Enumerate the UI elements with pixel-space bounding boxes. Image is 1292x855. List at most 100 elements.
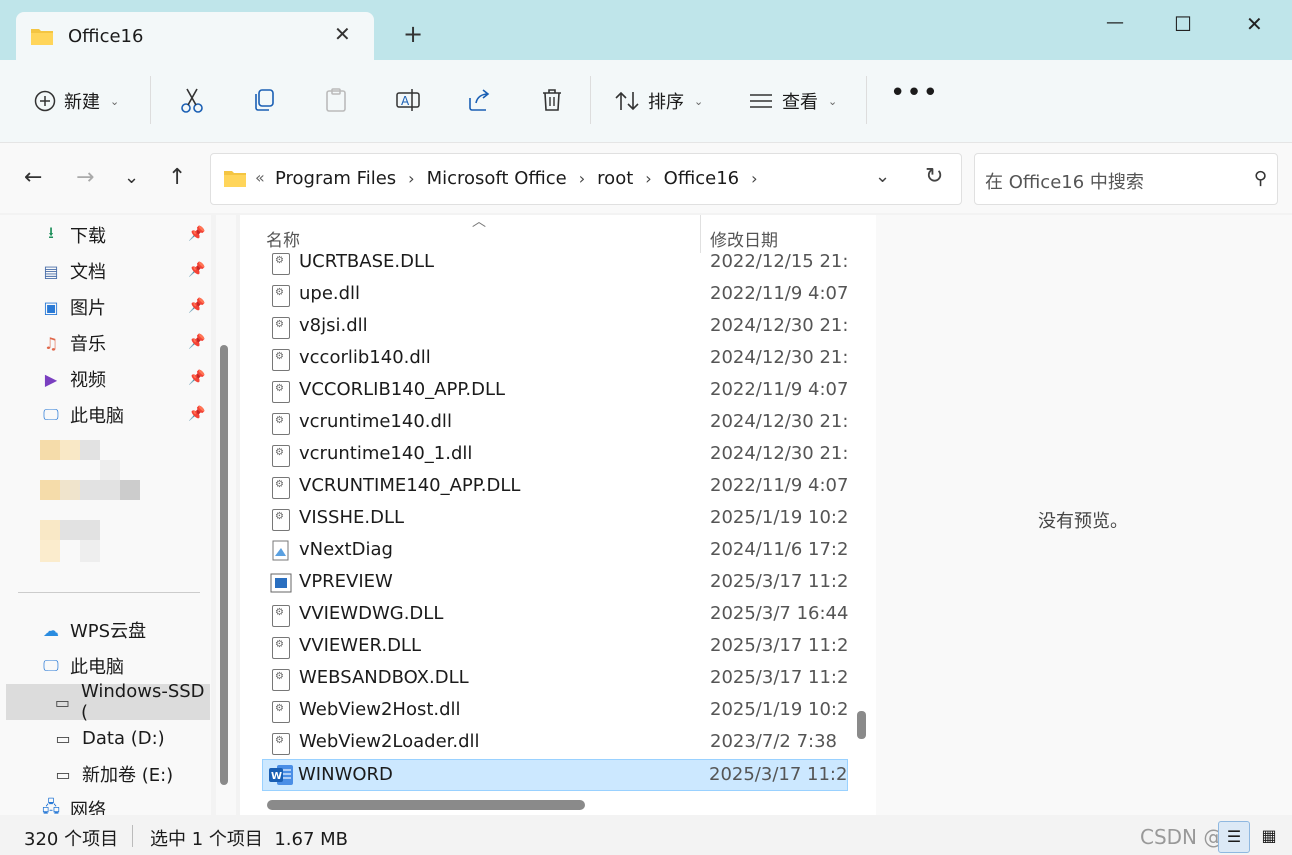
address-bar[interactable]: « Program Files › Microsoft Office › root ›… — [210, 153, 962, 205]
breadcrumb-item[interactable]: Microsoft Office — [427, 168, 567, 189]
pin-icon[interactable]: 📌 — [188, 262, 205, 278]
file-name: VVIEWER.DLL — [299, 635, 421, 656]
no-preview-message: 没有预览。 — [1038, 511, 1128, 532]
pin-icon[interactable]: 📌 — [188, 334, 205, 350]
dll-file-icon — [272, 477, 290, 499]
horizontal-scrollbar[interactable] — [262, 795, 846, 813]
sidebar-item-label: Windows-SSD ( — [80, 681, 205, 723]
sidebar-item-label: 新加卷 (E:) — [82, 765, 174, 786]
file-row[interactable]: VPREVIEW 2025/3/17 11:21 — [264, 567, 848, 599]
share-icon[interactable] — [466, 86, 494, 114]
pin-icon[interactable]: 📌 — [188, 226, 205, 242]
maximize-button[interactable]: ☐ — [1174, 12, 1192, 36]
sidebar-item-wps-cloud[interactable]: ☁ WPS云盘 — [40, 615, 146, 645]
sidebar-item-label: 文档 — [70, 262, 106, 283]
sidebar-scrollbar[interactable] — [216, 215, 236, 815]
sidebar-item-music[interactable]: ♫ 音乐 — [40, 328, 106, 358]
file-row-selected[interactable]: W WINWORD 2025/3/17 11:21 — [262, 759, 848, 791]
file-row[interactable]: vccorlib140.dll 2024/12/30 21:1 — [264, 343, 848, 375]
sidebar-item-documents[interactable]: ▤ 文档 — [40, 256, 106, 286]
sidebar-item-data-d[interactable]: ▭ Data (D:) — [52, 723, 164, 753]
sidebar-item-downloads[interactable]: ⭳ 下载 — [40, 220, 106, 250]
tiles-view-icon[interactable]: ▦ — [1254, 821, 1284, 851]
cut-icon[interactable] — [178, 86, 206, 114]
file-row[interactable]: VCCORLIB140_APP.DLL 2022/11/9 4:07 — [264, 375, 848, 407]
selection-info: 选中 1 个项目 1.67 MB — [150, 829, 349, 850]
copy-icon[interactable] — [250, 86, 278, 114]
breadcrumb-chevron-icon[interactable]: › — [645, 169, 651, 188]
file-row[interactable]: vNextDiag 2024/11/6 17:24 — [264, 535, 848, 567]
file-name: WINWORD — [298, 764, 393, 785]
new-button[interactable]: 新建 ⌄ — [34, 88, 119, 114]
details-view-icon[interactable]: ☰ — [1218, 821, 1250, 853]
file-row[interactable]: VISSHE.DLL 2025/1/19 10:25 — [264, 503, 848, 535]
file-row[interactable]: WEBSANDBOX.DLL 2025/3/17 11:21 — [264, 663, 848, 695]
file-row[interactable]: upe.dll 2022/11/9 4:07 — [264, 279, 848, 311]
delete-icon[interactable] — [538, 86, 566, 114]
breadcrumb-chevron-icon[interactable]: › — [751, 169, 757, 188]
file-row[interactable]: UCRTBASE.DLL 2022/12/15 21:5 — [264, 247, 848, 279]
pin-icon[interactable]: 📌 — [188, 406, 205, 422]
recent-locations-chevron-icon[interactable]: ⌄ — [124, 167, 139, 188]
sidebar-item-windows-ssd[interactable]: ▭ Windows-SSD ( — [52, 681, 211, 723]
back-arrow-icon[interactable]: ← — [24, 165, 42, 190]
forward-arrow-icon[interactable]: → — [76, 165, 94, 190]
breadcrumb-overflow-icon[interactable]: « — [255, 168, 265, 187]
view-button[interactable]: 查看 ⌄ — [748, 88, 837, 114]
cloud-icon: ☁ — [43, 620, 59, 640]
search-icon[interactable]: ⚲ — [1254, 168, 1267, 189]
breadcrumb-chevron-icon[interactable]: › — [408, 169, 414, 188]
breadcrumb-item[interactable]: root — [597, 168, 633, 189]
sort-button[interactable]: 排序 ⌄ — [614, 88, 703, 114]
pin-icon[interactable]: 📌 — [188, 298, 205, 314]
dll-file-icon — [272, 701, 290, 723]
sidebar-item-pictures[interactable]: ▣ 图片 — [40, 292, 106, 322]
divider — [132, 825, 133, 847]
file-row[interactable]: VVIEWDWG.DLL 2025/3/7 16:44 — [264, 599, 848, 631]
file-date: 2025/1/19 10:25 — [710, 699, 848, 720]
up-arrow-icon[interactable]: ↑ — [168, 165, 186, 190]
file-name: v8jsi.dll — [299, 315, 368, 336]
sidebar-item-videos[interactable]: ▶ 视频 — [40, 364, 106, 394]
breadcrumb-item[interactable]: Program Files — [275, 168, 396, 189]
paste-icon[interactable] — [322, 86, 350, 114]
title-bar: Office16 ✕ + — ☐ ✕ — [0, 0, 1292, 60]
file-row[interactable]: WebView2Host.dll 2025/1/19 10:25 — [264, 695, 848, 727]
address-dropdown-icon[interactable]: ⌄ — [875, 166, 890, 187]
folder-icon — [31, 29, 53, 45]
new-tab-button[interactable]: + — [403, 22, 423, 46]
search-box[interactable]: 在 Office16 中搜索 ⚲ — [974, 153, 1278, 205]
file-row[interactable]: vcruntime140.dll 2024/12/30 21:1 — [264, 407, 848, 439]
file-row[interactable]: VVIEWER.DLL 2025/3/17 11:21 — [264, 631, 848, 663]
file-row[interactable]: VCRUNTIME140_APP.DLL 2022/11/9 4:07 — [264, 471, 848, 503]
sidebar-item-this-pc[interactable]: 🖵 此电脑 — [40, 651, 124, 681]
scrollbar-thumb[interactable] — [267, 800, 585, 810]
divider — [590, 76, 591, 124]
file-list-scrollbar[interactable] — [850, 215, 874, 793]
scrollbar-thumb[interactable] — [857, 711, 866, 739]
breadcrumb-chevron-icon[interactable]: › — [579, 169, 585, 188]
svg-text:W: W — [271, 771, 282, 782]
sidebar-item-this-pc[interactable]: 🖵 此电脑 — [40, 400, 124, 430]
svg-text:A: A — [401, 94, 410, 108]
tab-office16[interactable]: Office16 ✕ — [16, 12, 374, 60]
dll-file-icon — [272, 253, 290, 275]
rename-icon[interactable]: A — [394, 86, 422, 114]
file-row[interactable]: v8jsi.dll 2024/12/30 21:2 — [264, 311, 848, 343]
file-row[interactable]: vcruntime140_1.dll 2024/12/30 21:1 — [264, 439, 848, 471]
more-options-icon[interactable]: ••• — [890, 78, 939, 108]
file-row[interactable]: WebView2Loader.dll 2023/7/2 7:38 — [264, 727, 848, 759]
sidebar-item-label: 图片 — [70, 298, 106, 319]
file-list: ︿ 名称 修改日期 UCRTBASE.DLL2022/12/15 21:5 up… — [240, 214, 876, 815]
refresh-icon[interactable]: ↻ — [925, 164, 943, 189]
breadcrumb-item[interactable]: Office16 — [664, 168, 739, 189]
sidebar-item-new-volume-e[interactable]: ▭ 新加卷 (E:) — [52, 759, 173, 789]
close-window-button[interactable]: ✕ — [1246, 12, 1263, 36]
sidebar-item-label: 视频 — [70, 370, 106, 391]
pin-icon[interactable]: 📌 — [188, 370, 205, 386]
scrollbar-thumb[interactable] — [220, 345, 228, 785]
minimize-button[interactable]: — — [1106, 12, 1124, 33]
tab-close-icon[interactable]: ✕ — [334, 22, 351, 46]
picture-icon: ▣ — [43, 297, 59, 317]
file-date: 2024/12/30 21:1 — [710, 347, 848, 368]
